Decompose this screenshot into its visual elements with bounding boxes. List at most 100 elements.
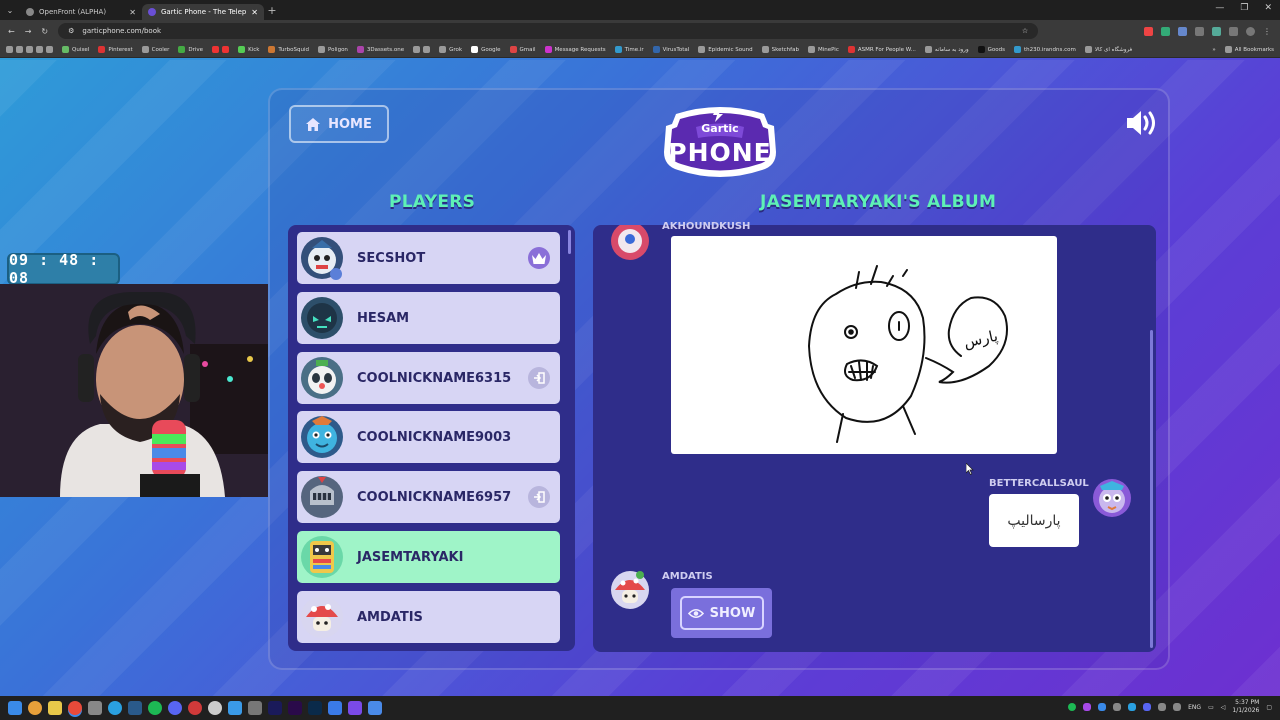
bookmark-item[interactable]: Google [471,46,501,53]
player-row-amdatis[interactable]: AMDATIS [297,591,560,643]
players-scrollbar[interactable] [568,230,571,254]
discord-icon[interactable] [168,701,182,715]
tab-openfront[interactable]: OpenFront (ALPHA) ✕ [20,4,142,20]
app-icon[interactable] [328,701,342,715]
show-button[interactable]: SHOW [679,596,764,630]
bookmark-item[interactable]: Time.ir [614,46,644,53]
site-info-icon[interactable]: ⚙ [68,27,74,35]
back-icon[interactable]: ← [8,27,15,36]
bookmark-item[interactable]: Pinterest [98,46,133,53]
tray-icon[interactable] [1158,703,1167,711]
extension-icon[interactable] [1195,26,1204,36]
file-explorer-icon[interactable] [48,701,62,715]
steam-icon[interactable] [128,701,142,715]
profile-icon[interactable] [1246,26,1255,36]
clock[interactable]: 5:37 PM 1/1/2026 [1232,699,1259,715]
forward-icon[interactable]: → [25,27,32,36]
bookmark-item[interactable]: Gmail [509,46,536,53]
player-row-secshot[interactable]: SECSHOT [297,232,560,284]
bookmark-item[interactable]: TurboSquid [268,46,309,53]
premiere-icon[interactable] [288,701,302,715]
bookmark-item[interactable] [212,46,230,53]
extension-icon[interactable] [1144,26,1153,36]
bookmark-item[interactable]: MinePic [807,46,839,53]
language-indicator[interactable]: ENG [1188,704,1201,711]
url-field[interactable]: ⚙ garticphone.com/book ☆ [58,23,1039,39]
bookmark-item[interactable]: Poligon [318,46,348,53]
bookmark-icon [761,46,769,53]
tray-icon[interactable] [1113,703,1122,711]
app-icon[interactable] [348,701,362,715]
sound-toggle-button[interactable] [1125,108,1159,138]
extensions-puzzle-icon[interactable] [1229,26,1238,36]
tray-icon[interactable] [1128,703,1137,711]
bookmark-icon [698,46,706,53]
bookmark-item[interactable]: Goods [977,46,1005,53]
bookmark-item[interactable]: VirusTotal [652,46,689,53]
new-tab-icon[interactable]: + [264,4,280,17]
close-window-icon[interactable]: ✕ [1264,3,1272,13]
obs-icon[interactable] [188,701,202,715]
app-icon[interactable] [88,701,102,715]
bookmark-item[interactable]: ASMR For People W... [847,46,916,53]
app-icon[interactable] [228,701,242,715]
app-icon[interactable] [208,701,222,715]
extension-icon[interactable] [1178,26,1187,36]
tray-icon[interactable] [1143,703,1152,711]
bookmark-star-icon[interactable]: ☆ [1022,27,1028,35]
album-scrollbar[interactable] [1150,330,1153,648]
telegram-icon[interactable] [108,701,122,715]
bookmark-item[interactable]: Cooler [141,46,169,53]
search-icon[interactable] [28,701,42,715]
network-icon[interactable]: ▭ [1208,704,1214,711]
app-icon[interactable] [368,701,382,715]
bookmark-item[interactable]: Sketchfab [761,46,799,53]
tab-gartic-phone[interactable]: Gartic Phone - The Telephone G ✕ [142,4,264,20]
bookmark-item[interactable]: Grok [439,46,462,53]
bookmark-item[interactable] [6,46,53,53]
restore-icon[interactable]: ❐ [1240,3,1248,13]
stream-timer: 09 : 48 : 08 [7,251,120,287]
bookmark-icon [98,46,106,53]
tray-icon[interactable] [1083,703,1092,711]
extension-icon[interactable] [1161,26,1170,36]
close-tab-icon[interactable]: ✕ [129,8,136,17]
tray-icon[interactable] [1068,703,1077,711]
tab-menu-icon[interactable]: ⌄ [0,6,20,15]
bookmark-item[interactable]: Kick [238,46,259,53]
notifications-icon[interactable]: ▢ [1266,704,1272,711]
bookmark-icon [847,46,855,53]
tray-icon[interactable] [1098,703,1107,711]
player-row-hesam[interactable]: HESAM [297,292,560,344]
volume-icon[interactable]: ◁ [1221,704,1226,711]
reload-icon[interactable]: ↻ [41,27,48,36]
home-button[interactable]: HOME [289,105,389,143]
bookmark-item[interactable]: Drive [178,46,203,53]
bookmark-item[interactable]: Quixel [62,46,89,53]
bookmark-item[interactable]: فروشگاه ای کالا [1084,46,1132,53]
chrome-icon[interactable] [68,701,82,715]
photoshop-icon[interactable] [308,701,322,715]
bookmark-item[interactable]: ورود به سامانه [924,46,969,53]
tray-icon[interactable] [1173,703,1182,711]
player-row-coolnickname6315[interactable]: COOLNICKNAME6315 [297,352,560,404]
extension-icon[interactable] [1212,26,1221,36]
player-row-coolnickname9003[interactable]: COOLNICKNAME9003 [297,411,560,463]
after-effects-icon[interactable] [268,701,282,715]
menu-dots-icon[interactable]: ⋮ [1263,27,1272,36]
logo-text-top: Gartic [701,122,739,135]
spotify-icon[interactable] [148,701,162,715]
bookmark-item[interactable]: Message Requests [544,46,606,53]
bookmark-item[interactable] [413,46,431,53]
close-tab-icon[interactable]: ✕ [251,8,258,17]
bookmark-item[interactable]: Epidemic Sound [698,46,753,53]
minimize-icon[interactable]: — [1215,3,1224,13]
all-bookmarks[interactable]: All Bookmarks [1224,46,1274,53]
app-icon[interactable] [248,701,262,715]
bookmark-item[interactable]: 3Dassets.one [356,46,404,53]
bookmark-item[interactable]: th230.irandns.com [1013,46,1076,53]
player-row-coolnickname6957[interactable]: COOLNICKNAME6957 [297,471,560,523]
windows-start-icon[interactable] [8,701,22,715]
player-row-jasemtaryaki[interactable]: JASEMTARYAKI [297,531,560,583]
bookmarks-overflow-icon[interactable]: » [1212,47,1215,53]
